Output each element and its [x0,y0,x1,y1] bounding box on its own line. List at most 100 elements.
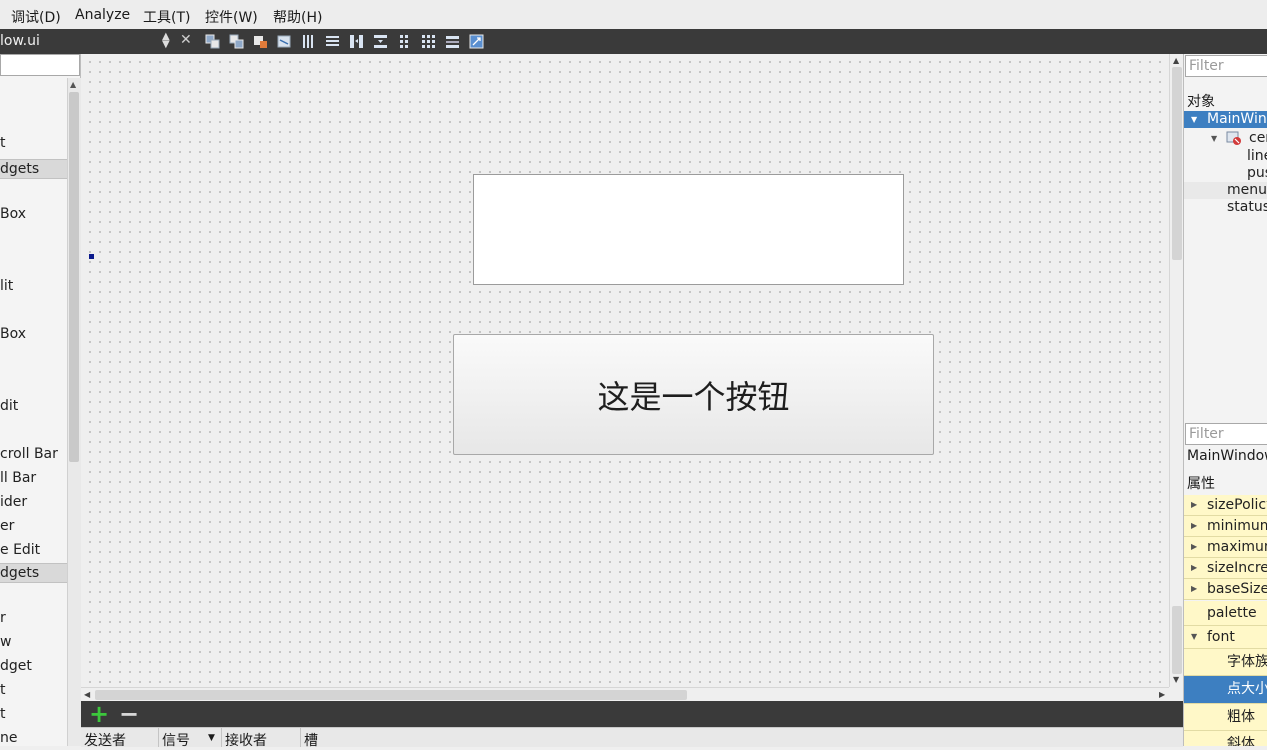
layout-grid-icon[interactable] [421,34,436,49]
expand-arrow-icon[interactable]: ▶ [1191,516,1197,536]
widget-box-item[interactable]: ll Bar [0,470,36,486]
menu-analyze[interactable]: Analyze [75,7,130,23]
menu-widgets[interactable]: 控件(W) [205,7,258,27]
menu-help[interactable]: 帮助(H) [273,7,322,27]
property-row[interactable]: ▶ maximum [1184,537,1267,558]
expand-arrow-icon[interactable]: ▼ [1191,111,1197,128]
expand-arrow-icon[interactable]: ▼ [1211,130,1217,147]
object-tree-row[interactable]: menul [1184,182,1267,199]
widget-box-item[interactable]: croll Bar [0,446,58,462]
object-tree-row[interactable]: ▼ MainWin [1184,111,1267,128]
widget-box-item[interactable]: er [0,518,14,534]
widget-box-item[interactable]: dget [0,658,32,674]
column-signal[interactable]: 信号 [162,730,190,750]
property-row[interactable]: palette [1184,601,1267,626]
combo-arrows-icon: ▲ ▼ [162,31,170,50]
widget-box-category[interactable]: dgets [0,159,67,179]
scroll-up-icon[interactable]: ▲ [1173,56,1179,65]
property-row[interactable]: ▶ minimum [1184,516,1267,537]
widget-box-panel: ▲ t dgets Box lit Box dit croll Bar ll B… [0,54,81,746]
layout-form-icon[interactable] [397,34,412,49]
column-divider [300,728,301,747]
form-line-edit[interactable] [473,174,904,285]
property-editor-header: 属性 [1187,476,1215,492]
expand-arrow-icon[interactable]: ▶ [1191,558,1197,578]
scroll-left-icon[interactable]: ◀ [84,690,90,699]
scroll-thumb[interactable] [1172,67,1182,260]
property-row[interactable]: ▶ sizeIncre [1184,558,1267,579]
column-slot[interactable]: 槽 [304,730,318,750]
property-row[interactable]: 点大小 [1184,676,1267,704]
object-tree-row[interactable]: status [1184,199,1267,216]
widget-box-scrollbar[interactable]: ▲ [67,78,81,746]
property-filter-input[interactable]: Filter [1185,423,1267,445]
property-row[interactable]: ▶ sizePolicy [1184,495,1267,516]
central-widget-icon [1226,131,1241,145]
scroll-down-icon[interactable]: ▼ [1173,675,1179,684]
canvas-vertical-scrollbar[interactable]: ▲ ▼ [1169,54,1184,687]
expand-arrow-icon[interactable]: ▼ [1191,626,1197,648]
layout-horizontal-splitter-icon[interactable] [349,34,364,49]
form-push-button[interactable]: 这是一个按钮 [453,334,934,455]
editor-toolbar: low.ui ▲ ▼ ✕ [0,29,1267,54]
property-row[interactable]: ▼ font [1184,626,1267,649]
column-divider [158,728,159,747]
column-sender[interactable]: 发送者 [84,730,126,750]
selection-handle[interactable] [89,254,94,259]
add-connection-icon[interactable]: + [89,702,109,726]
property-object-name: MainWindow [1187,448,1267,464]
object-tree-row[interactable]: ▼ cer [1184,130,1267,147]
widget-box-item[interactable]: r [0,610,6,626]
scroll-thumb[interactable] [1172,606,1182,674]
widget-box-item[interactable]: t [0,682,6,698]
property-row[interactable]: 粗体 [1184,704,1267,731]
scroll-right-icon[interactable]: ▶ [1159,690,1165,699]
send-to-back-icon[interactable] [205,34,220,49]
scroll-thumb[interactable] [95,690,687,700]
widget-box-item[interactable]: w [0,634,11,650]
canvas-horizontal-scrollbar[interactable]: ◀ ▶ [81,687,1169,702]
signal-slot-table-header: 发送者 信号 ▼ 接收者 槽 [81,727,1183,750]
signal-slot-toolbar: + − [81,701,1183,727]
widget-box-item[interactable]: t [0,706,6,722]
layout-vertical-splitter-icon[interactable] [373,34,388,49]
adjust-size-icon[interactable] [469,34,484,49]
property-row[interactable]: 斜体 [1184,731,1267,746]
scroll-thumb[interactable] [69,92,79,462]
expand-arrow-icon[interactable]: ▶ [1191,537,1197,557]
property-row[interactable]: 字体族 [1184,649,1267,676]
widget-box-category[interactable]: dgets [0,563,67,583]
widget-box-item[interactable]: dit [0,398,18,414]
widget-box-item[interactable]: lit [0,278,13,294]
remove-connection-icon[interactable]: − [119,702,139,726]
file-name-label: low.ui [0,33,40,49]
expand-arrow-icon[interactable]: ▶ [1191,579,1197,599]
layout-vertical-icon[interactable] [325,34,340,49]
widget-box-item[interactable]: ider [0,494,27,510]
expand-arrow-icon[interactable]: ▶ [1191,495,1197,515]
widget-box-item[interactable]: e Edit [0,542,40,558]
widget-box-item[interactable]: ne [0,730,18,746]
widget-box-item[interactable]: Box [0,206,26,222]
bring-to-front-icon[interactable] [229,34,244,49]
object-filter-input[interactable]: Filter [1185,55,1267,77]
menu-debug[interactable]: 调试(D) [11,7,61,27]
edit-signals-slots-icon[interactable] [277,34,292,49]
widget-box-filter[interactable] [0,54,80,76]
break-layout-icon[interactable] [445,34,460,49]
sort-indicator-icon: ▼ [208,733,215,743]
object-tree-row[interactable]: pus [1184,165,1267,182]
property-row[interactable]: ▶ baseSize [1184,579,1267,600]
scroll-up-icon[interactable]: ▲ [70,80,76,89]
widget-box-item[interactable]: Box [0,326,26,342]
edit-widgets-icon[interactable] [253,34,268,49]
column-divider [221,728,222,747]
object-inspector-header: 对象 [1187,94,1215,110]
close-document-icon[interactable]: ✕ [180,32,192,48]
object-tree-row[interactable]: line [1184,148,1267,165]
column-receiver[interactable]: 接收者 [225,730,267,750]
layout-horizontal-icon[interactable] [301,34,316,49]
widget-box-item[interactable]: t [0,135,6,151]
menu-tools[interactable]: 工具(T) [143,7,190,27]
open-file-combo[interactable]: low.ui ▲ ▼ [0,29,175,54]
